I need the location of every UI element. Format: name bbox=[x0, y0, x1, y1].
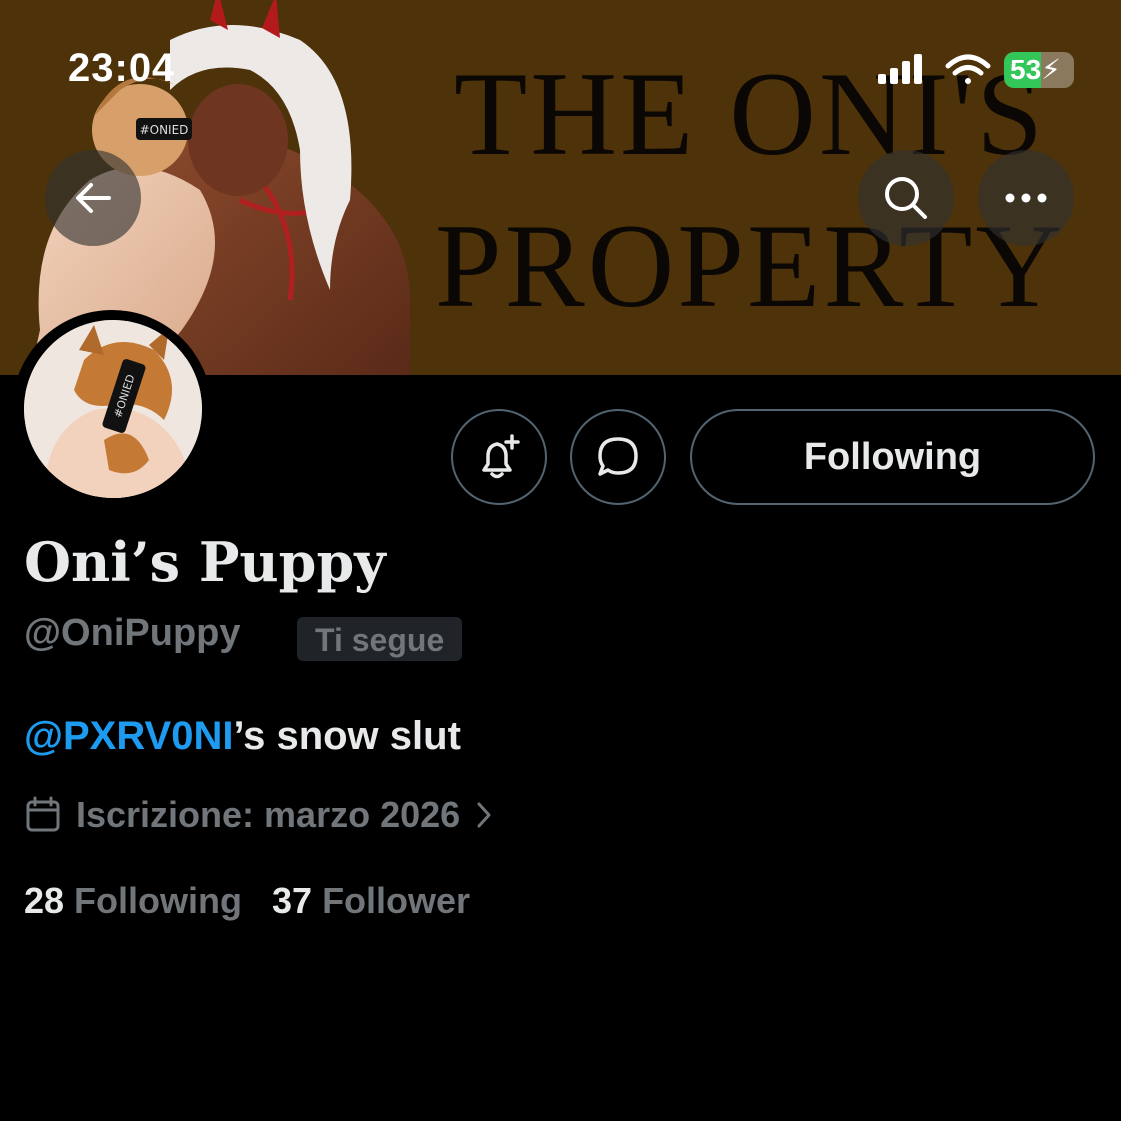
followers-stat[interactable]: 37 Follower bbox=[272, 880, 470, 922]
bio-mention-link[interactable]: @PXRV0NI bbox=[24, 714, 233, 758]
profile-bio: @PXRV0NI’s snow slut bbox=[24, 714, 461, 759]
follow-stats: 28 Following 37 Follower bbox=[24, 880, 470, 922]
banner-art-badge: #ONIED bbox=[140, 123, 189, 137]
following-count: 28 bbox=[24, 880, 65, 921]
bio-text: ’s snow slut bbox=[233, 714, 461, 758]
search-icon bbox=[885, 177, 927, 219]
followers-count: 37 bbox=[272, 880, 313, 921]
more-icon bbox=[1005, 193, 1047, 203]
avatar[interactable]: #ONIED bbox=[24, 320, 202, 498]
display-name: Oni’s Puppy bbox=[24, 530, 386, 594]
follows-you-badge: Ti segue bbox=[297, 617, 463, 661]
cellular-signal-icon bbox=[878, 54, 922, 84]
notification-bell-plus-icon bbox=[482, 434, 520, 479]
battery-charging-icon: 53⚡︎ bbox=[1004, 52, 1074, 88]
notifications-button[interactable] bbox=[451, 409, 547, 505]
profile-banner[interactable]: THE ONI'S PROPERTY #ONIED 23:04 53⚡︎ bbox=[0, 0, 1121, 375]
search-button[interactable] bbox=[858, 150, 954, 246]
status-time: 23:04 bbox=[68, 46, 176, 90]
followers-label: Follower bbox=[322, 880, 471, 921]
calendar-icon bbox=[26, 796, 60, 832]
join-date-row[interactable]: Iscrizione: marzo 2026 bbox=[24, 792, 494, 838]
avatar-image: #ONIED bbox=[24, 320, 202, 498]
following-button[interactable]: Following bbox=[690, 409, 1095, 505]
more-button[interactable] bbox=[978, 150, 1074, 246]
following-label: Following bbox=[74, 880, 243, 921]
message-button[interactable] bbox=[570, 409, 666, 505]
profile-page: THE ONI'S PROPERTY #ONIED 23:04 53⚡︎ #ON… bbox=[0, 0, 1121, 1121]
following-stat[interactable]: 28 Following bbox=[24, 880, 242, 922]
message-bubble-icon bbox=[598, 437, 638, 476]
chevron-right-icon bbox=[474, 799, 494, 831]
battery-percent: 53⚡︎ bbox=[1010, 54, 1061, 85]
user-handle: @OniPuppy bbox=[24, 612, 241, 654]
back-button[interactable] bbox=[45, 150, 141, 246]
back-arrow-icon bbox=[76, 183, 111, 213]
join-date: Iscrizione: marzo 2026 bbox=[76, 794, 461, 835]
wifi-icon bbox=[945, 54, 991, 84]
status-icons bbox=[878, 54, 991, 84]
